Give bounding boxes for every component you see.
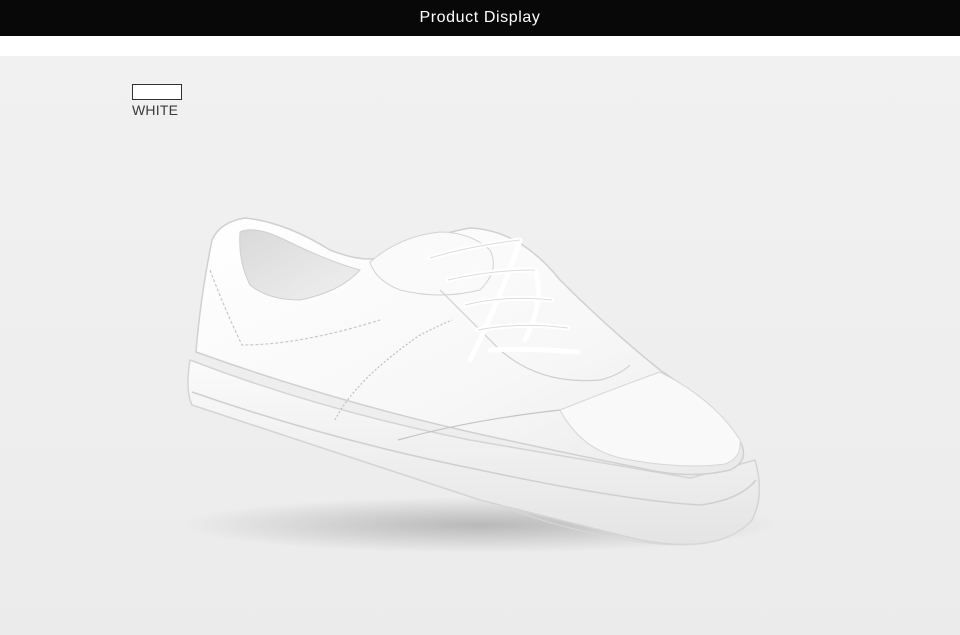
color-swatch[interactable]: WHITE bbox=[132, 84, 192, 118]
color-swatch-label: WHITE bbox=[132, 102, 179, 118]
color-swatch-box[interactable] bbox=[132, 84, 182, 100]
